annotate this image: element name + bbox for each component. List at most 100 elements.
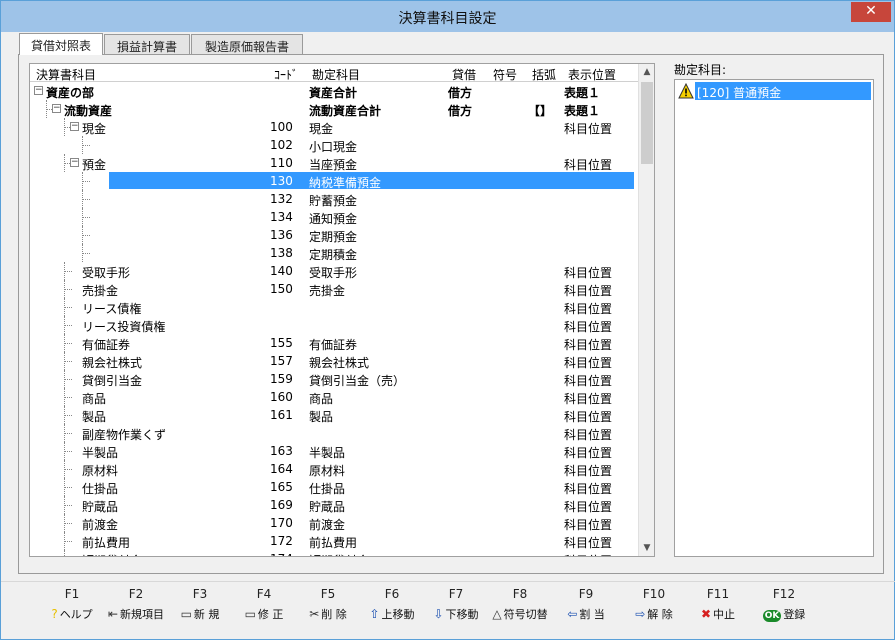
table-row[interactable]: − 現金 100 現金 科目位置	[30, 118, 638, 136]
row-position: 科目位置	[564, 374, 613, 388]
table-row[interactable]: − 流動資産 流動資産合計 借方 【】 表題１	[30, 100, 638, 118]
header-bracket[interactable]: 括弧	[532, 66, 556, 83]
row-name: 貸倒引当金	[82, 374, 143, 388]
table-row[interactable]: − 資産の部 資産合計 借方 表題１	[30, 82, 638, 100]
header-debit-credit[interactable]: 貸借	[452, 66, 476, 83]
table-row[interactable]: 貯蔵品 169 貯蔵品 科目位置	[30, 496, 638, 514]
table-row[interactable]: 貸倒引当金 159 貸倒引当金（売） 科目位置	[30, 370, 638, 388]
function-key-icon: ▭	[180, 607, 192, 621]
row-code: 136	[270, 228, 293, 242]
row-account: 売掛金	[309, 284, 346, 298]
function-key-code: F7	[448, 587, 464, 601]
tab-balance-sheet[interactable]: 貸借対照表	[19, 33, 103, 55]
function-key-f10[interactable]: F10 ⇨ 解 除	[619, 587, 689, 622]
table-row[interactable]: 有価証券 155 有価証券 科目位置	[30, 334, 638, 352]
tab-income-statement[interactable]: 損益計算書	[104, 34, 190, 54]
row-position: 表題１	[564, 86, 601, 100]
row-account: 親会社株式	[309, 356, 370, 370]
collapse-icon[interactable]: −	[70, 158, 79, 167]
row-name: 貯蔵品	[82, 500, 119, 514]
tree-scrollbar[interactable]: ▲ ▼	[638, 64, 654, 556]
header-account[interactable]: 勘定科目	[312, 66, 360, 83]
table-row[interactable]: リース投資債権 科目位置	[30, 316, 638, 334]
table-row[interactable]: 半製品 163 半製品 科目位置	[30, 442, 638, 460]
table-row[interactable]: 売掛金 150 売掛金 科目位置	[30, 280, 638, 298]
row-name: リース債権	[82, 302, 142, 316]
table-row[interactable]: 130 納税準備預金	[30, 172, 638, 190]
collapse-icon[interactable]: −	[34, 86, 43, 95]
header-name[interactable]: 決算書科目	[36, 66, 96, 83]
tree-connector	[82, 253, 90, 254]
function-key-f7[interactable]: F7 ⇩ 下移動	[421, 587, 491, 622]
header-position[interactable]: 表示位置	[568, 66, 616, 83]
table-row[interactable]: リース債権 科目位置	[30, 298, 638, 316]
row-name: 前払費用	[82, 536, 131, 550]
function-key-f12[interactable]: F12 OK 登録	[749, 587, 819, 622]
table-row[interactable]: 134 通知預金	[30, 208, 638, 226]
table-row[interactable]: 136 定期預金	[30, 226, 638, 244]
function-key-f5[interactable]: F5 ✂ 削 除	[293, 587, 363, 622]
function-key-icon: OK	[762, 610, 782, 622]
scroll-thumb[interactable]	[641, 82, 653, 164]
row-account: 受取手形	[309, 266, 358, 280]
table-row[interactable]: 受取手形 140 受取手形 科目位置	[30, 262, 638, 280]
tree-connector	[82, 226, 83, 244]
tree-connector	[64, 442, 65, 460]
row-name: 商品	[82, 392, 107, 406]
function-key-f9[interactable]: F9 ⇦ 割 当	[551, 587, 621, 622]
table-row[interactable]: 短期貸付金 174 短期貸付金 科目位置	[30, 550, 638, 556]
table-row[interactable]: 原材料 164 原材料 科目位置	[30, 460, 638, 478]
row-account: 商品	[309, 392, 334, 406]
table-row[interactable]: 前渡金 170 前渡金 科目位置	[30, 514, 638, 532]
tree-connector	[82, 190, 83, 208]
row-account: 納税準備預金	[309, 176, 382, 190]
tree-connector	[82, 244, 83, 262]
row-code: 157	[270, 354, 293, 368]
row-code: 169	[270, 498, 293, 512]
function-key-f11[interactable]: F11 ✖ 中止	[683, 587, 753, 622]
tree-connector	[64, 325, 72, 326]
function-key-label-row: △ 符号切替	[485, 606, 555, 622]
table-row[interactable]: 138 定期積金	[30, 244, 638, 262]
account-list[interactable]: [120] 普通預金	[674, 79, 874, 557]
header-sign[interactable]: 符号	[493, 66, 517, 83]
row-position: 科目位置	[564, 266, 613, 280]
function-key-f3[interactable]: F3 ▭ 新 規	[165, 587, 235, 622]
scroll-up-icon[interactable]: ▲	[639, 64, 654, 80]
function-key-f1[interactable]: F1? ヘルプ	[37, 587, 107, 622]
collapse-icon[interactable]: −	[70, 122, 79, 131]
table-row[interactable]: 商品 160 商品 科目位置	[30, 388, 638, 406]
function-key-label: 符号切替	[503, 608, 548, 621]
scroll-down-icon[interactable]: ▼	[639, 540, 654, 556]
row-code: 170	[270, 516, 293, 530]
tab-manufacturing-cost-report[interactable]: 製造原価報告書	[191, 34, 303, 54]
table-row[interactable]: 仕掛品 165 仕掛品 科目位置	[30, 478, 638, 496]
table-row[interactable]: 132 貯蓄預金	[30, 190, 638, 208]
table-row[interactable]: 製品 161 製品 科目位置	[30, 406, 638, 424]
tree-connector	[64, 154, 65, 172]
function-key-f4[interactable]: F4 ▭ 修 正	[229, 587, 299, 622]
function-key-code: F6	[384, 587, 400, 601]
row-name: 親会社株式	[82, 356, 143, 370]
table-row[interactable]: 102 小口現金	[30, 136, 638, 154]
header-code[interactable]: ｺｰﾄﾞ	[274, 66, 298, 83]
tree-connector	[64, 532, 65, 550]
function-key-f6[interactable]: F6 ⇧ 上移動	[357, 587, 427, 622]
row-account: 現金	[309, 122, 334, 136]
function-key-f8[interactable]: F8 △ 符号切替	[485, 587, 555, 622]
row-position: 科目位置	[564, 320, 613, 334]
table-row[interactable]: 親会社株式 157 親会社株式 科目位置	[30, 352, 638, 370]
table-row[interactable]: 副産物作業くず 科目位置	[30, 424, 638, 442]
function-key-icon: ⇤	[107, 607, 119, 621]
table-row[interactable]: − 預金 110 当座預金 科目位置	[30, 154, 638, 172]
collapse-icon[interactable]: −	[52, 104, 61, 113]
table-row[interactable]: 前払費用 172 前払費用 科目位置	[30, 532, 638, 550]
account-tree-panel[interactable]: 決算書科目 ｺｰﾄﾞ 勘定科目 貸借 符号 括弧 表示位置 − 資産の部 資産合計借…	[29, 63, 655, 557]
function-key-label: 修 正	[257, 608, 284, 621]
tree-connector	[64, 361, 72, 362]
row-position: 科目位置	[564, 464, 613, 478]
function-key-f2[interactable]: F2 ⇤ 新規項目	[101, 587, 171, 622]
account-list-item[interactable]: [120] 普通預金	[678, 82, 872, 100]
close-button[interactable]: ✕	[851, 2, 891, 22]
row-account: 前渡金	[309, 518, 346, 532]
